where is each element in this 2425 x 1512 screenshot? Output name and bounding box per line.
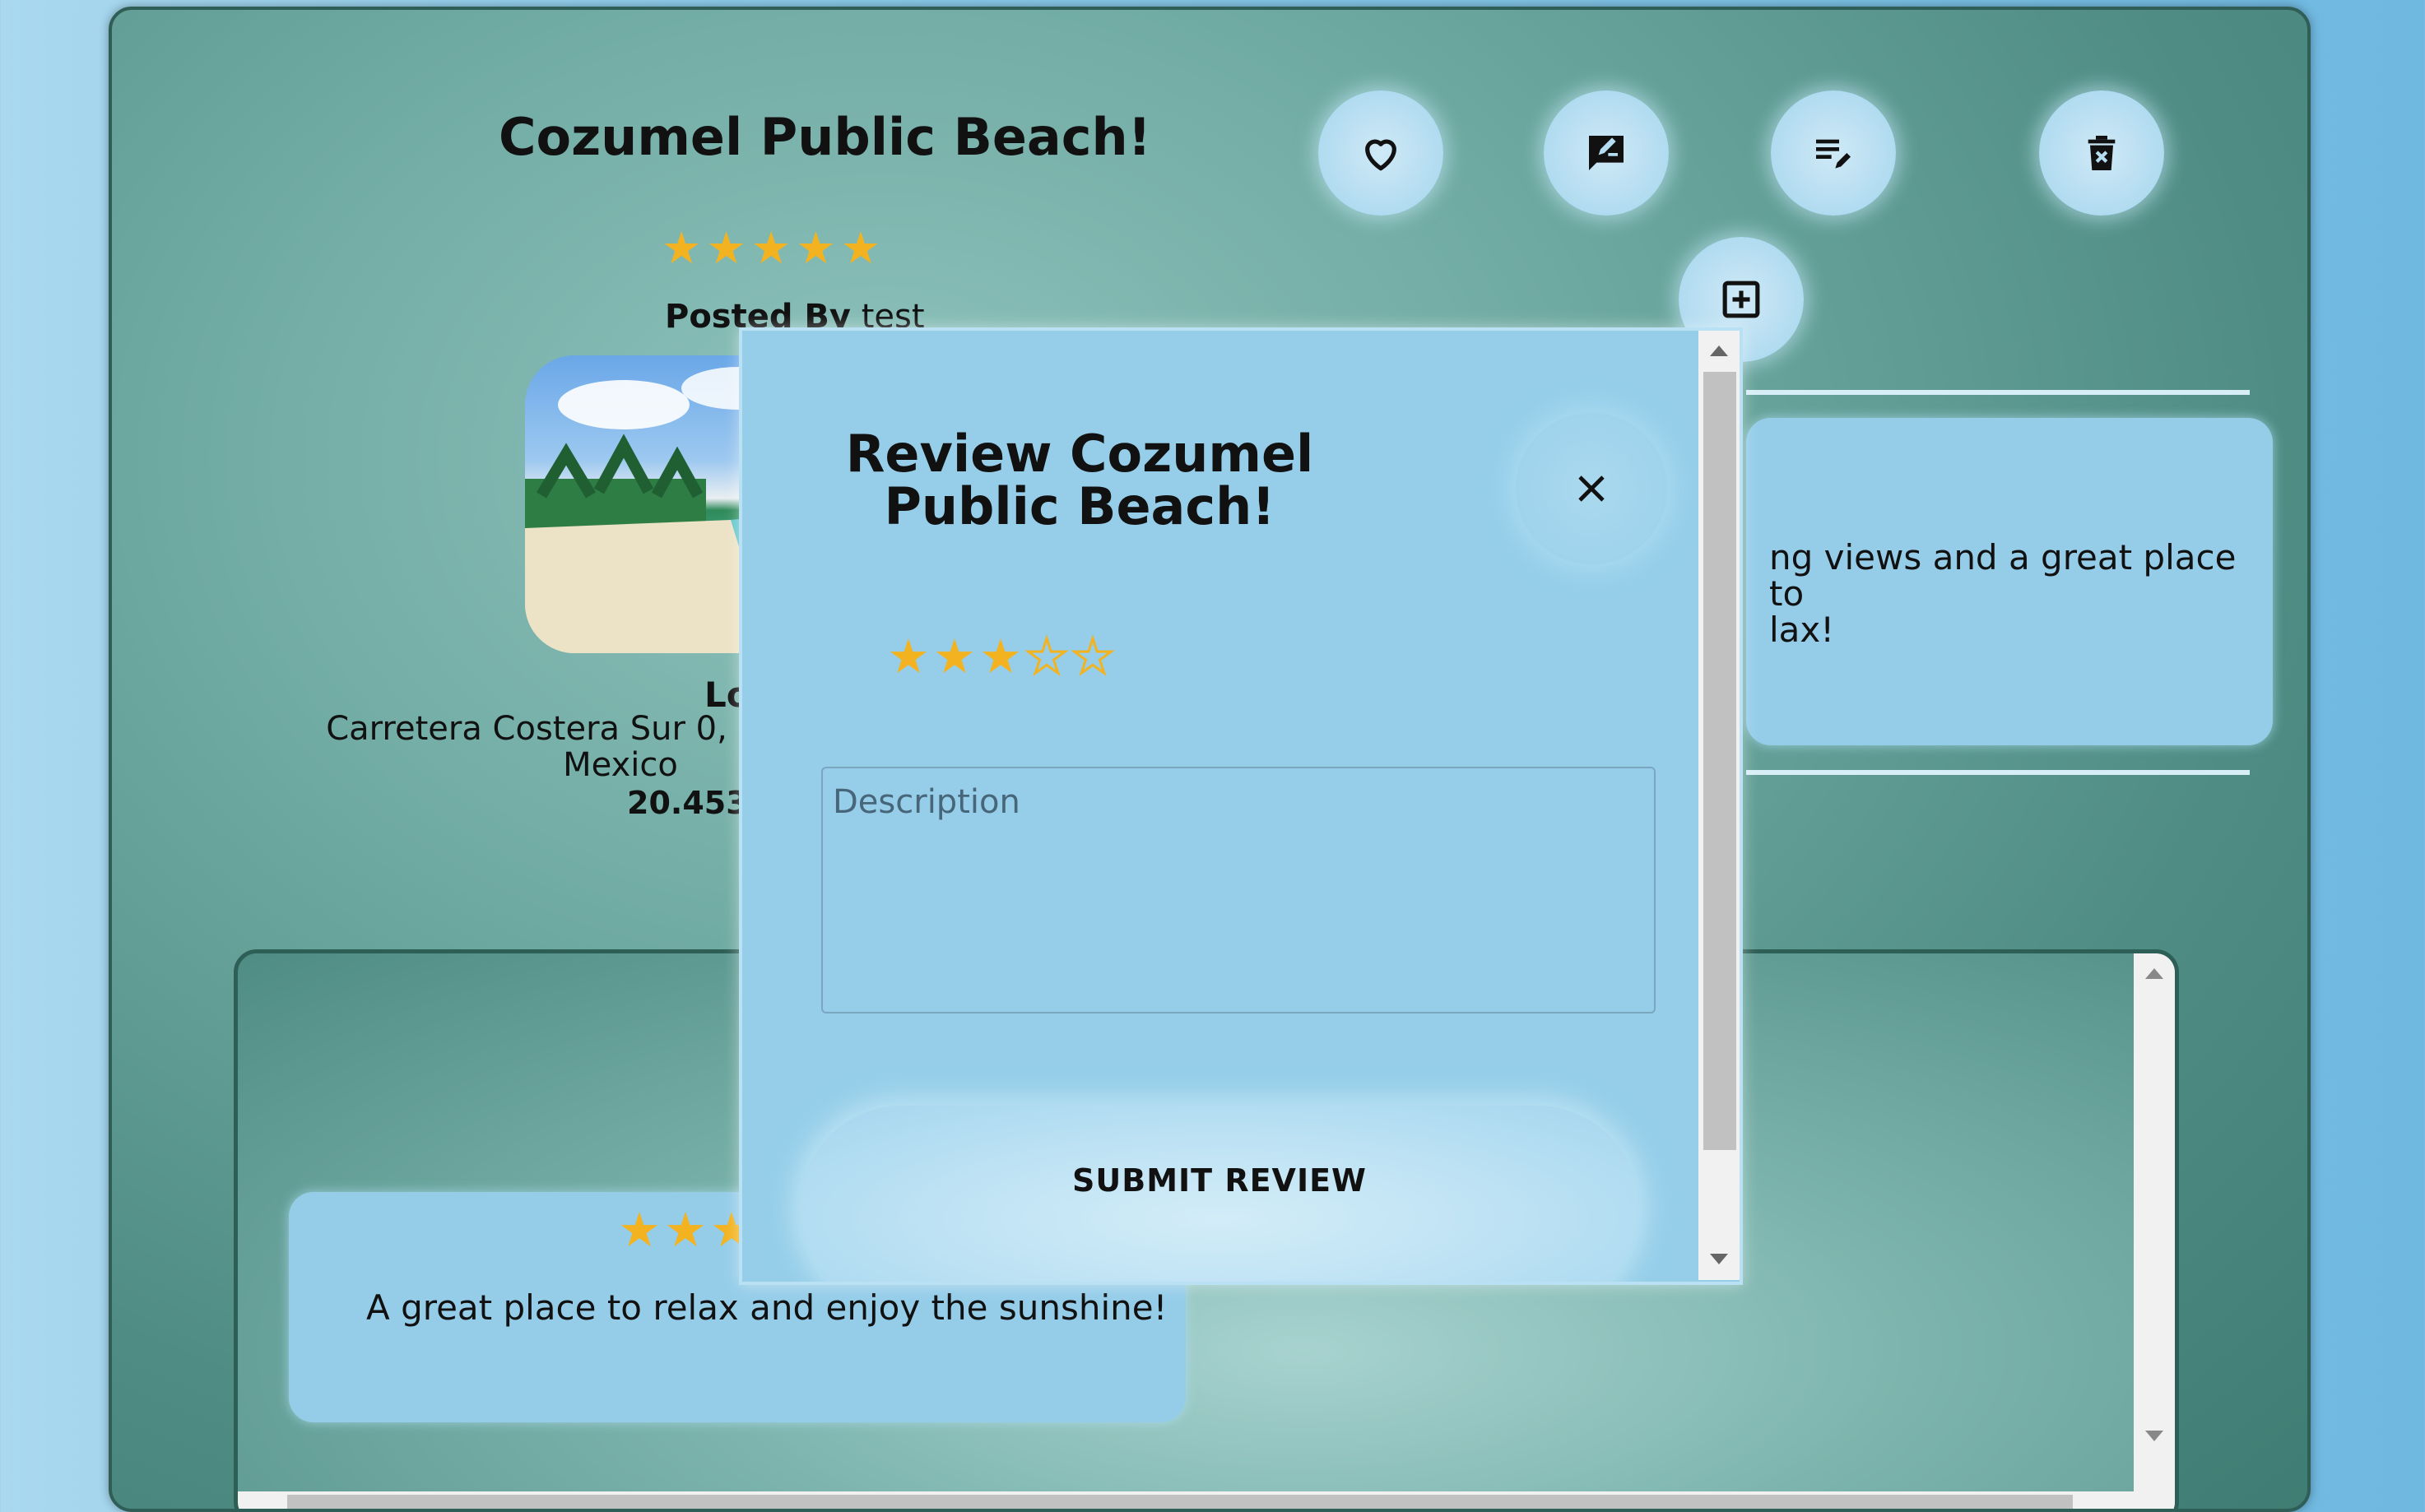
delete-place-button[interactable] bbox=[2039, 90, 2164, 216]
close-icon bbox=[1578, 475, 1605, 502]
divider bbox=[1746, 390, 2250, 395]
review-text: ng views and a great place to lax! bbox=[1769, 537, 2237, 650]
star-icon: ★ bbox=[706, 222, 746, 274]
close-button[interactable] bbox=[1516, 413, 1667, 564]
submit-review-button[interactable]: SUBMIT REVIEW bbox=[800, 1106, 1639, 1282]
chat-edit-icon bbox=[1589, 136, 1624, 170]
list-edit-icon bbox=[1816, 139, 1851, 169]
star-icon-filled[interactable]: ★ bbox=[979, 628, 1022, 684]
review-text: A great place to relax and enjoy the sun… bbox=[366, 1287, 1168, 1328]
scroll-down-arrow-icon[interactable] bbox=[1710, 1254, 1728, 1264]
modal-scrollbar[interactable] bbox=[1698, 331, 1740, 1280]
scroll-down-arrow-icon[interactable] bbox=[2145, 1431, 2163, 1441]
star-icon: ★ bbox=[618, 1202, 661, 1258]
description-input[interactable] bbox=[821, 767, 1656, 1013]
place-title: Cozumel Public Beach! bbox=[499, 107, 1151, 167]
divider bbox=[1746, 770, 2250, 775]
star-icon: ★ bbox=[664, 1202, 707, 1258]
review-rating: ★ ★ ★ bbox=[618, 1202, 753, 1258]
vertical-scrollbar[interactable] bbox=[2134, 953, 2175, 1509]
horizontal-scroll-thumb[interactable] bbox=[287, 1495, 2073, 1509]
star-icon: ★ bbox=[796, 222, 836, 274]
review-modal: Review Cozumel Public Beach! ★ ★ ★ ★ ★ S… bbox=[739, 327, 1743, 1285]
review-card: ng views and a great place to lax! bbox=[1746, 418, 2273, 745]
star-icon-empty[interactable]: ★ bbox=[1024, 628, 1070, 686]
star-icon-empty[interactable]: ★ bbox=[1071, 628, 1116, 686]
trash-icon bbox=[2088, 136, 2116, 170]
star-icon-filled[interactable]: ★ bbox=[933, 628, 976, 684]
modal-title: Review Cozumel Public Beach! bbox=[845, 424, 1314, 536]
star-icon: ★ bbox=[750, 222, 792, 274]
horizontal-scrollbar[interactable] bbox=[238, 1491, 2175, 1509]
heart-icon bbox=[1365, 139, 1396, 171]
plus-square-icon bbox=[1722, 281, 1760, 318]
scroll-up-arrow-icon[interactable] bbox=[2145, 968, 2163, 979]
modal-scroll-thumb[interactable] bbox=[1703, 372, 1736, 1150]
edit-place-button[interactable] bbox=[1771, 90, 1896, 216]
star-icon: ★ bbox=[840, 222, 881, 274]
modal-rating-input[interactable]: ★ ★ ★ ★ ★ bbox=[887, 628, 1116, 686]
favorite-button[interactable] bbox=[1318, 90, 1443, 216]
write-review-button[interactable] bbox=[1544, 90, 1669, 216]
place-rating: ★ ★ ★ ★ ★ bbox=[662, 222, 880, 274]
scroll-up-arrow-icon[interactable] bbox=[1710, 346, 1728, 356]
star-icon-filled[interactable]: ★ bbox=[887, 628, 930, 684]
star-icon: ★ bbox=[662, 222, 702, 274]
